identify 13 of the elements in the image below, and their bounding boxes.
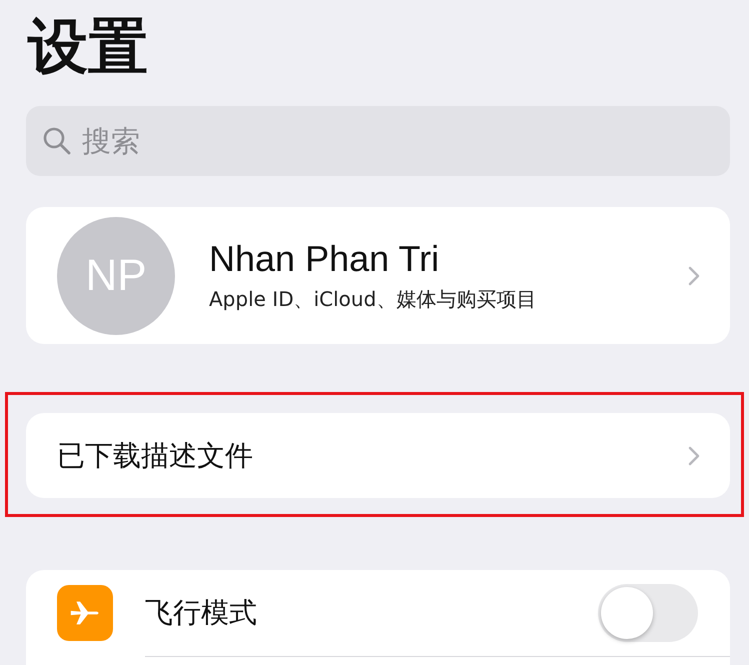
profile-name: Nhan Phan Tri	[209, 238, 440, 280]
chevron-icon	[688, 446, 700, 466]
item-label: 已下载描述文件	[57, 438, 254, 474]
profile-subtitle: Apple ID、iCloud、媒体与购买项目	[209, 286, 538, 313]
list-item[interactable]: 已下载描述文件	[26, 413, 730, 498]
chevron-icon	[688, 266, 700, 286]
search-field[interactable]: 搜索	[26, 106, 730, 176]
profile-card[interactable]: NP Nhan Phan Tri Apple ID、iCloud、媒体与购买项目	[26, 207, 730, 344]
page-title: 设置	[28, 14, 149, 80]
avatar: NP	[57, 216, 175, 334]
airplane-icon	[57, 585, 113, 641]
setting-label: 飞行模式	[145, 594, 258, 630]
toggle-switch[interactable]	[598, 584, 698, 642]
